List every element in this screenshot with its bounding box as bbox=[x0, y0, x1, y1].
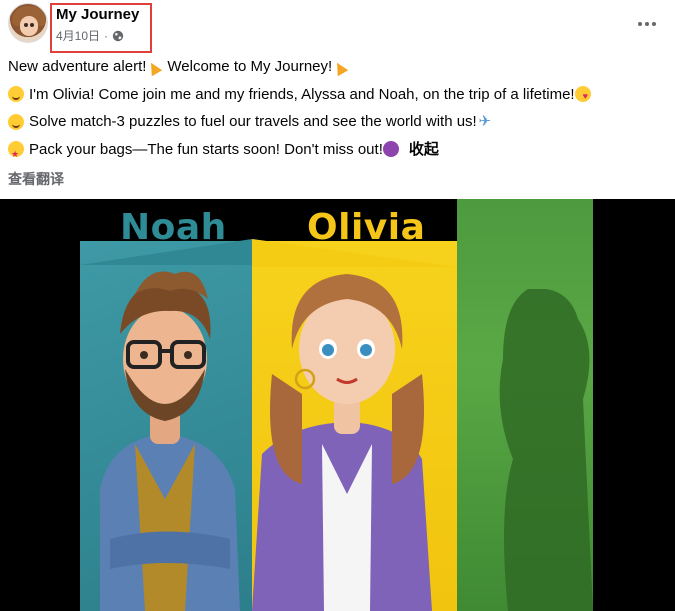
post-image[interactable]: Noah Olivia bbox=[0, 199, 675, 611]
face-with-monocle-icon bbox=[8, 113, 24, 130]
partying-face-icon bbox=[8, 141, 24, 169]
page-avatar[interactable] bbox=[8, 3, 48, 43]
see-less-link[interactable]: 收起 bbox=[409, 136, 439, 164]
character-name-olivia: Olivia bbox=[307, 207, 426, 248]
see-translation-link[interactable]: 查看翻译 bbox=[8, 169, 64, 189]
annotation-highlight-box bbox=[50, 3, 152, 53]
post-line-1: New adventure alert! Welcome to My Journ… bbox=[8, 53, 668, 81]
post-header: My Journey 4月10日 · bbox=[0, 0, 675, 53]
post-line-4: Pack your bags—The fun starts soon! Don'… bbox=[8, 136, 668, 169]
party-popper-icon bbox=[146, 59, 162, 75]
post-line-2: I'm Olivia! Come join me and my friends,… bbox=[8, 81, 668, 111]
more-options-button[interactable] bbox=[630, 10, 664, 38]
line-text: Solve match-3 puzzles to fuel our travel… bbox=[29, 113, 477, 130]
winking-face-icon bbox=[8, 86, 24, 103]
line-text: New adventure alert! bbox=[8, 58, 147, 75]
mystery-character-silhouette bbox=[499, 289, 593, 611]
line-text: I'm Olivia! Come join me and my friends,… bbox=[29, 85, 575, 103]
smiling-face-with-hearts-icon bbox=[574, 83, 591, 111]
party-popper-icon bbox=[332, 59, 348, 75]
star-struck-icon bbox=[382, 141, 399, 158]
line-text: Pack your bags—The fun starts soon! Don'… bbox=[29, 140, 383, 158]
line-text: Welcome to My Journey! bbox=[167, 58, 333, 75]
airplane-icon: ✈ bbox=[478, 112, 492, 130]
post-line-3: Solve match-3 puzzles to fuel our travel… bbox=[8, 108, 668, 136]
olivia-character-illustration bbox=[252, 274, 432, 611]
noah-character-illustration bbox=[100, 271, 240, 611]
post-message: New adventure alert! Welcome to My Journ… bbox=[8, 53, 668, 169]
